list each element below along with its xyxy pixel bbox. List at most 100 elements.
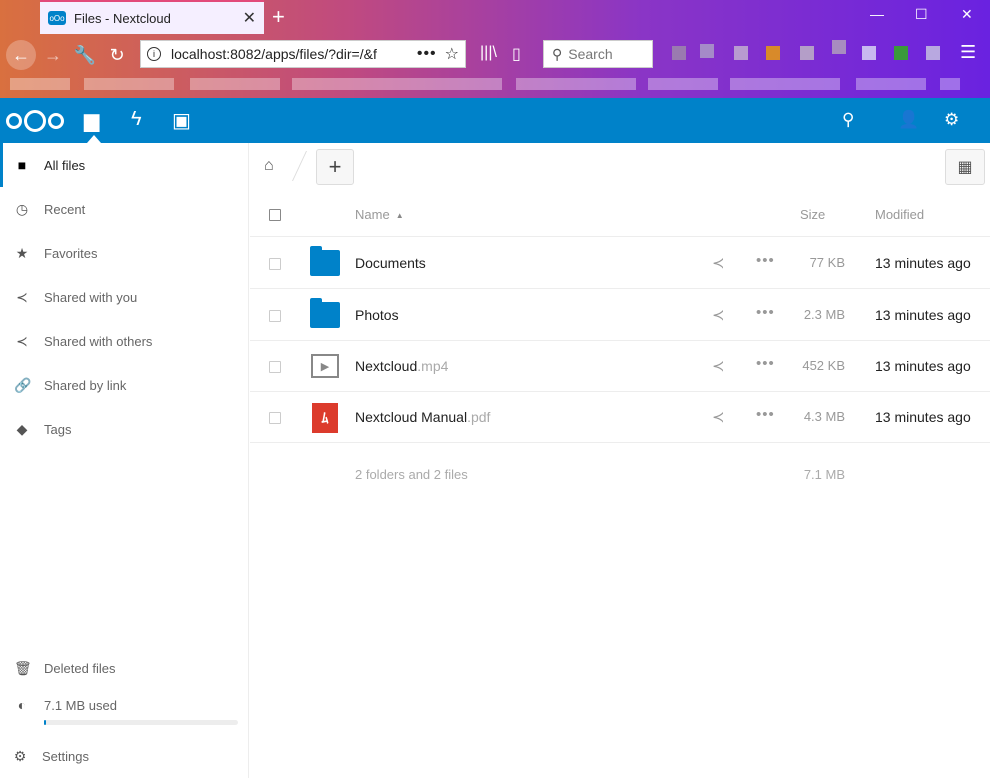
image-icon[interactable]: ▣ xyxy=(172,108,191,133)
select-all-checkbox[interactable] xyxy=(269,209,281,221)
row-checkbox[interactable] xyxy=(269,258,281,270)
grid-view-icon[interactable]: ▦ xyxy=(945,149,985,185)
bookmark-item[interactable] xyxy=(856,78,926,90)
folder-icon[interactable]: ▆ xyxy=(84,108,99,133)
file-basename: Photos xyxy=(355,307,399,323)
link-icon: 🔗 xyxy=(14,376,32,393)
browser-chrome: oOo Files - Nextcloud ✕ + — ☐ ✕ ← → 🔧 ↻ … xyxy=(0,0,990,98)
nextcloud-favicon-icon: oOo xyxy=(48,11,66,25)
new-tab-button[interactable]: + xyxy=(272,4,285,30)
file-name[interactable]: Photos xyxy=(355,307,399,323)
settings-label: Settings xyxy=(42,748,89,764)
extension-icon[interactable] xyxy=(800,46,814,60)
extension-icon[interactable] xyxy=(700,44,714,58)
file-name[interactable]: Documents xyxy=(355,255,426,271)
pie-chart-icon: ◐ xyxy=(17,697,27,713)
maximize-icon[interactable]: ☐ xyxy=(915,6,928,23)
sidebar-item-recent[interactable]: ◷ Recent xyxy=(0,187,248,231)
sort-ascending-icon: ▲ xyxy=(395,211,404,221)
column-size-header[interactable]: Size xyxy=(800,207,825,222)
wrench-icon[interactable]: 🔧 xyxy=(70,40,100,70)
url-text[interactable]: localhost:8082/apps/files/?dir=/&f xyxy=(171,46,409,62)
nextcloud-logo[interactable] xyxy=(6,110,64,132)
share-icon[interactable]: ≺ xyxy=(712,306,725,324)
bookmark-item[interactable] xyxy=(84,78,174,90)
sidebar-toggle-icon[interactable]: ▯ xyxy=(512,44,521,64)
column-name-header[interactable]: Name ▲ xyxy=(355,207,404,222)
sidebar-item-shared-with-others[interactable]: ≺ Shared with others xyxy=(0,319,248,363)
search-icon[interactable]: ⚲ xyxy=(842,110,854,130)
info-icon[interactable]: i xyxy=(147,47,161,61)
folder-icon xyxy=(310,298,340,328)
row-checkbox[interactable] xyxy=(269,310,281,322)
extension-icon[interactable] xyxy=(766,46,780,60)
video-file-icon: ▶ xyxy=(311,354,339,378)
home-icon[interactable]: ⌂ xyxy=(264,157,274,175)
search-icon: ⚲ xyxy=(552,45,563,62)
sidebar-item-favorites[interactable]: ★ Favorites xyxy=(0,231,248,275)
share-icon[interactable]: ≺ xyxy=(712,254,725,272)
back-button[interactable]: ← xyxy=(6,40,36,70)
extension-icon[interactable] xyxy=(894,46,908,60)
nextcloud-header: ▆ ϟ ▣ ⚲ 👤 ⚙ xyxy=(0,98,990,143)
table-row[interactable]: ﾑ Nextcloud Manual.pdf ≺ ••• 4.3 MB 13 m… xyxy=(250,392,990,443)
minimize-icon[interactable]: — xyxy=(870,6,884,22)
settings-gear-icon[interactable]: ⚙ xyxy=(944,110,959,130)
sidebar-item-shared-with-you[interactable]: ≺ Shared with you xyxy=(0,275,248,319)
table-row[interactable]: Photos ≺ ••• 2.3 MB 13 minutes ago xyxy=(250,290,990,341)
bookmark-item[interactable] xyxy=(730,78,840,90)
share-icon[interactable]: ≺ xyxy=(712,408,725,426)
share-icon[interactable]: ≺ xyxy=(712,357,725,375)
more-actions-icon[interactable]: ••• xyxy=(756,304,775,321)
search-placeholder: Search xyxy=(568,46,613,62)
bookmark-star-icon[interactable]: ☆ xyxy=(445,44,459,64)
extension-icon[interactable] xyxy=(862,46,876,60)
tab-title: Files - Nextcloud xyxy=(74,10,171,26)
more-actions-icon[interactable]: ••• xyxy=(756,252,775,269)
window-close-icon[interactable]: ✕ xyxy=(961,6,973,23)
url-bar[interactable]: i localhost:8082/apps/files/?dir=/&f •••… xyxy=(140,40,466,68)
sidebar-item-all-files[interactable]: ■ All files xyxy=(0,143,248,187)
file-size: 2.3 MB xyxy=(803,307,845,322)
bookmark-item[interactable] xyxy=(516,78,636,90)
row-checkbox[interactable] xyxy=(269,412,281,424)
settings-button[interactable]: ⚙ Settings xyxy=(0,734,248,778)
folder-icon: ■ xyxy=(17,157,27,173)
add-new-button[interactable]: + xyxy=(316,149,354,185)
bookmark-item[interactable] xyxy=(292,78,502,90)
bookmark-item[interactable] xyxy=(190,78,280,90)
bookmark-item[interactable] xyxy=(940,78,960,90)
row-checkbox[interactable] xyxy=(269,361,281,373)
file-size: 452 KB xyxy=(802,358,845,373)
browser-search-input[interactable]: ⚲ Search xyxy=(543,40,653,68)
more-actions-icon[interactable]: ••• xyxy=(756,355,775,372)
column-modified-header[interactable]: Modified xyxy=(875,207,924,222)
sidebar-item-tags[interactable]: ◆ Tags xyxy=(0,407,248,451)
quota-fill xyxy=(44,720,46,725)
extension-icon[interactable] xyxy=(926,46,940,60)
table-row[interactable]: Documents ≺ ••• 77 KB 13 minutes ago xyxy=(250,238,990,289)
extension-icon[interactable] xyxy=(832,40,846,54)
lightning-icon[interactable]: ϟ xyxy=(131,108,142,131)
library-icon[interactable]: |||\ xyxy=(480,44,497,62)
file-name[interactable]: Nextcloud.mp4 xyxy=(355,358,448,374)
reload-button[interactable]: ↻ xyxy=(102,40,132,70)
forward-button[interactable]: → xyxy=(38,40,68,70)
tag-icon: ◆ xyxy=(16,420,28,437)
file-name[interactable]: Nextcloud Manual.pdf xyxy=(355,409,490,425)
browser-tab[interactable]: oOo Files - Nextcloud ✕ xyxy=(40,0,264,34)
close-tab-icon[interactable]: ✕ xyxy=(243,8,256,28)
contacts-icon[interactable]: 👤 xyxy=(898,110,919,130)
page-actions-icon[interactable]: ••• xyxy=(417,45,437,63)
clock-icon: ◷ xyxy=(15,200,29,217)
bookmark-item[interactable] xyxy=(10,78,70,90)
sidebar-item-shared-by-link[interactable]: 🔗 Shared by link xyxy=(0,363,248,407)
extension-icon[interactable] xyxy=(734,46,748,60)
bookmark-item[interactable] xyxy=(648,78,718,90)
file-basename: Documents xyxy=(355,255,426,271)
sidebar-item-label: Favorites xyxy=(44,245,98,261)
more-actions-icon[interactable]: ••• xyxy=(756,406,775,423)
hamburger-menu-icon[interactable]: ☰ xyxy=(960,42,976,63)
table-row[interactable]: ▶ Nextcloud.mp4 ≺ ••• 452 KB 13 minutes … xyxy=(250,341,990,392)
extension-icon[interactable] xyxy=(672,46,686,60)
